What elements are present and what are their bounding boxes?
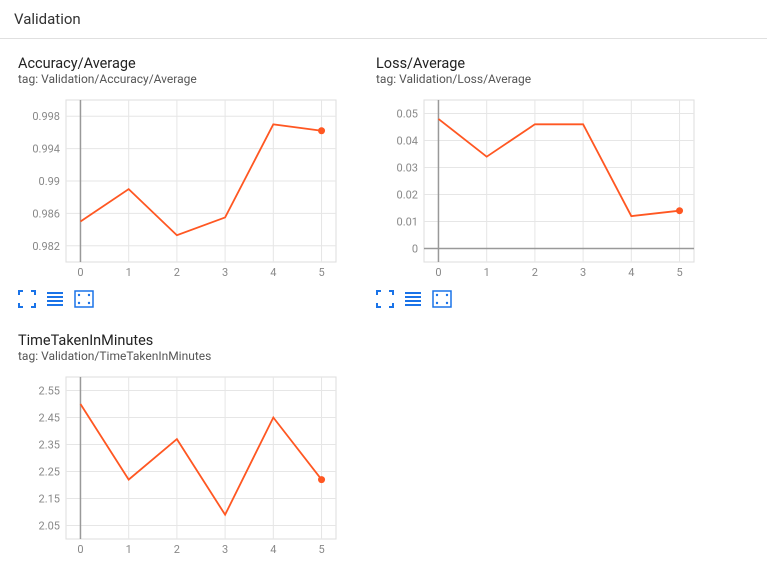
chart-title: Loss/Average	[376, 55, 706, 72]
svg-text:2.35: 2.35	[39, 439, 60, 452]
svg-text:4: 4	[270, 266, 276, 279]
chart-tag: tag: Validation/Accuracy/Average	[18, 72, 348, 86]
svg-text:4: 4	[270, 543, 276, 556]
svg-text:5: 5	[318, 266, 324, 279]
svg-text:0.986: 0.986	[32, 207, 60, 220]
svg-text:3: 3	[580, 266, 586, 279]
svg-text:5: 5	[676, 266, 682, 279]
svg-text:0: 0	[77, 266, 83, 279]
chart-plot-accuracy[interactable]: 0.982 0.986 0.99 0.994 0.998 0 1 2 3 4 5	[18, 92, 348, 282]
chart-tag: tag: Validation/Loss/Average	[376, 72, 706, 86]
svg-text:0.05: 0.05	[397, 108, 418, 121]
svg-text:4: 4	[628, 266, 634, 279]
svg-text:3: 3	[222, 266, 228, 279]
svg-text:5: 5	[318, 543, 324, 556]
svg-text:2.45: 2.45	[39, 412, 60, 425]
charts-container: Accuracy/Average tag: Validation/Accurac…	[0, 39, 767, 583]
expand-icon[interactable]	[376, 290, 394, 308]
chart-title: TimeTakenInMinutes	[18, 332, 348, 349]
svg-text:0.04: 0.04	[397, 135, 418, 148]
svg-text:0.982: 0.982	[32, 240, 60, 253]
svg-text:0.03: 0.03	[397, 162, 418, 175]
fit-domain-icon[interactable]	[74, 290, 94, 308]
svg-text:2.15: 2.15	[39, 493, 60, 506]
svg-text:0: 0	[77, 543, 83, 556]
svg-text:0.01: 0.01	[397, 216, 418, 229]
svg-text:2.55: 2.55	[39, 385, 60, 398]
svg-text:1: 1	[126, 266, 132, 279]
chart-grid: Accuracy/Average tag: Validation/Accurac…	[18, 55, 749, 567]
chart-card-time: TimeTakenInMinutes tag: Validation/TimeT…	[18, 332, 348, 567]
svg-text:1: 1	[126, 543, 132, 556]
svg-text:2: 2	[174, 266, 180, 279]
chart-plot-loss[interactable]: 0 0.01 0.02 0.03 0.04 0.05 0 1 2 3 4 5	[376, 92, 706, 282]
svg-text:1: 1	[484, 266, 490, 279]
svg-text:0: 0	[412, 243, 418, 256]
expand-icon[interactable]	[18, 290, 36, 308]
svg-text:0: 0	[435, 266, 441, 279]
svg-text:0.998: 0.998	[32, 110, 60, 123]
svg-text:2.05: 2.05	[39, 520, 60, 533]
list-icon[interactable]	[404, 290, 422, 308]
svg-text:2.25: 2.25	[39, 466, 60, 479]
svg-text:0.02: 0.02	[397, 189, 418, 202]
svg-text:2: 2	[174, 543, 180, 556]
fit-domain-icon[interactable]	[432, 290, 452, 308]
svg-text:2: 2	[532, 266, 538, 279]
chart-tag: tag: Validation/TimeTakenInMinutes	[18, 349, 348, 363]
chart-toolbar	[376, 290, 706, 308]
chart-toolbar	[18, 290, 348, 308]
chart-card-loss: Loss/Average tag: Validation/Loss/Averag…	[376, 55, 706, 308]
chart-plot-time[interactable]: 2.05 2.15 2.25 2.35 2.45 2.55 0 1 2 3 4 5	[18, 369, 348, 559]
svg-text:3: 3	[222, 543, 228, 556]
svg-text:0.994: 0.994	[32, 143, 60, 156]
section-header[interactable]: Validation	[0, 0, 767, 39]
chart-title: Accuracy/Average	[18, 55, 348, 72]
section-title: Validation	[14, 10, 81, 28]
chart-card-accuracy: Accuracy/Average tag: Validation/Accurac…	[18, 55, 348, 308]
svg-text:0.99: 0.99	[39, 175, 60, 188]
list-icon[interactable]	[46, 290, 64, 308]
